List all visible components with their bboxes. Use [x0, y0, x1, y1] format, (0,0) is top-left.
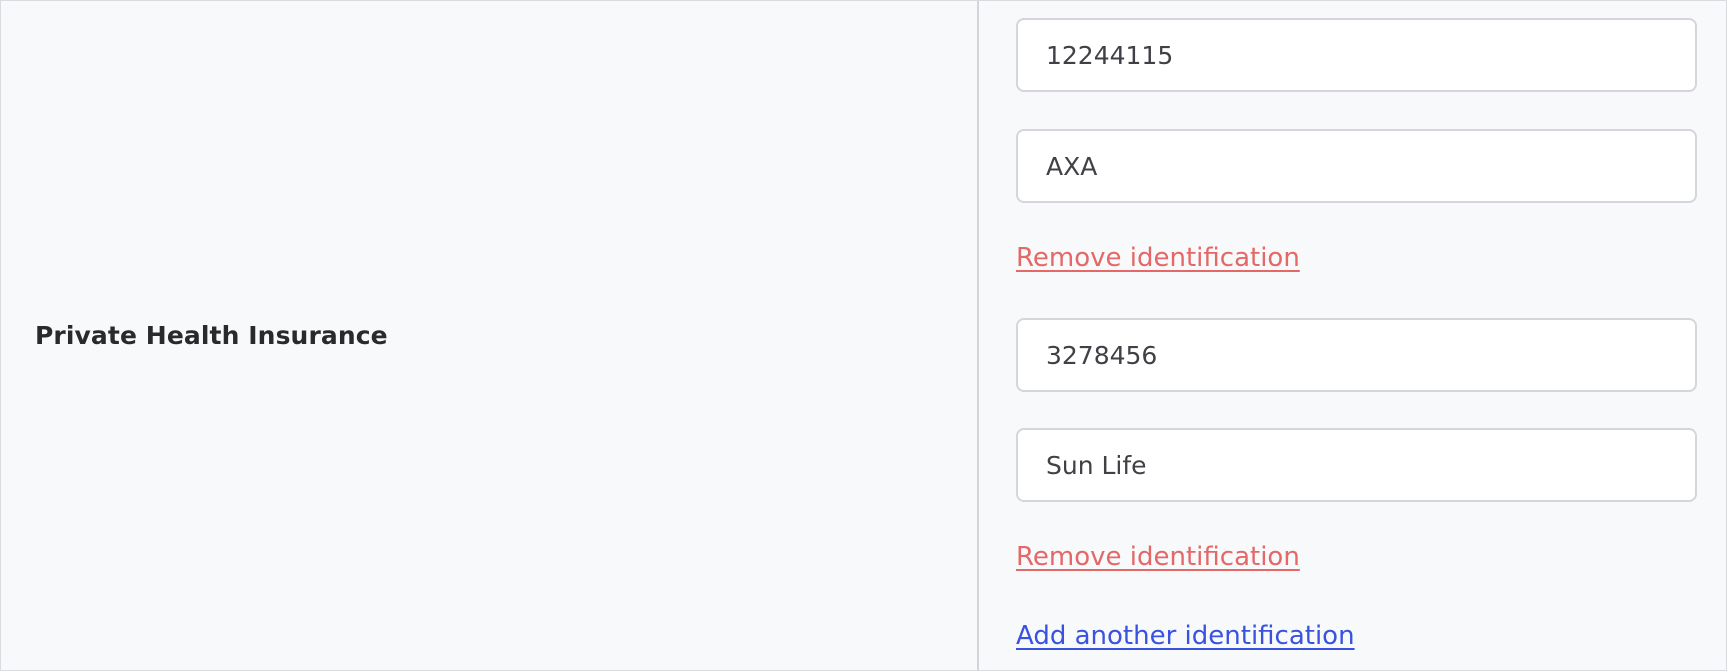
insurance-provider-input-2[interactable]: [1016, 428, 1697, 502]
identification-fields: Remove identification Remove identificat…: [1016, 1, 1697, 670]
private-health-insurance-panel: Private Health Insurance Remove identifi…: [0, 0, 1727, 671]
add-another-identification-link[interactable]: Add another identification: [1016, 621, 1355, 651]
identification-number-input-1[interactable]: [1016, 18, 1697, 92]
identification-number-input-2[interactable]: [1016, 318, 1697, 392]
remove-identification-link-1[interactable]: Remove identification: [1016, 243, 1300, 273]
insurance-provider-input-1[interactable]: [1016, 129, 1697, 203]
section-label: Private Health Insurance: [35, 321, 388, 350]
remove-identification-link-2[interactable]: Remove identification: [1016, 542, 1300, 572]
label-column: Private Health Insurance: [1, 1, 979, 670]
